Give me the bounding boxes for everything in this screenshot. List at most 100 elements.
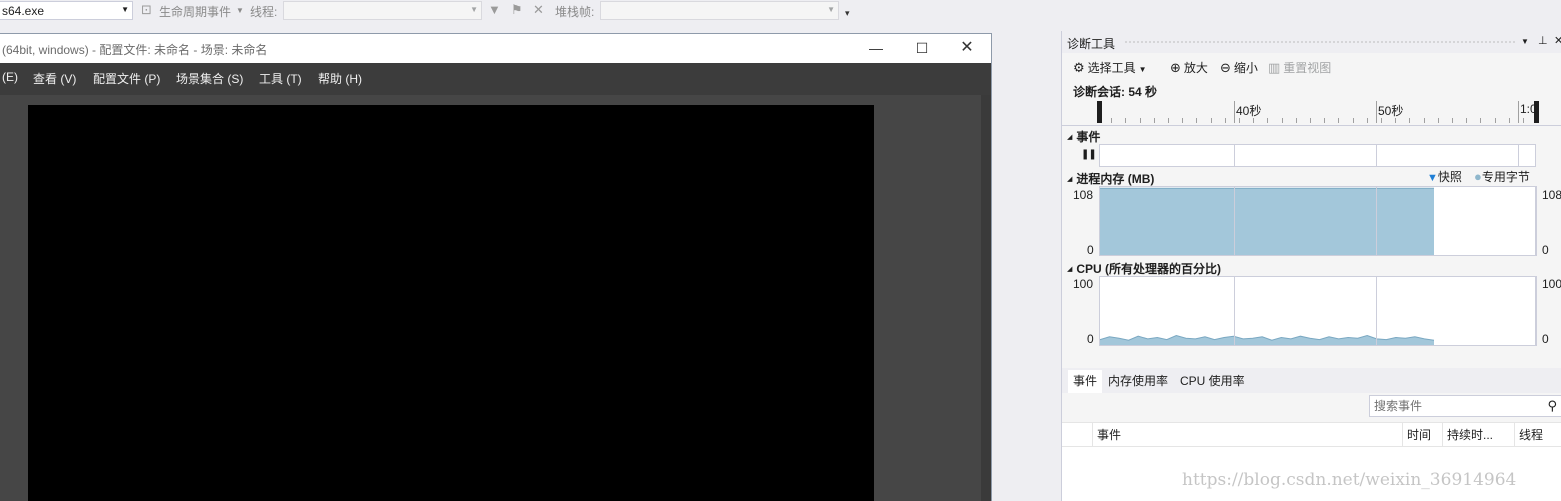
cross-thread-icon[interactable]: ✕	[533, 2, 544, 18]
menu-help[interactable]: 帮助 (H)	[318, 70, 362, 87]
column-time[interactable]: 时间	[1402, 423, 1442, 447]
reset-view-button[interactable]: ▥ 重置视图	[1268, 59, 1331, 76]
filter-flag-icon[interactable]: ⚑	[511, 2, 523, 18]
ruler-minor-tick	[1267, 118, 1269, 123]
legend-snapshot-label: 快照	[1437, 170, 1462, 184]
thread-label: 线程:	[250, 5, 278, 19]
diagnostic-tools-panel: 诊断工具 ▼ ⊥ ✕ ⚙ 选择工具 ▼ ⊕ 放大 ⊖ 缩小 ▥ 重置视图 诊断会话: 54…	[1061, 31, 1561, 501]
ruler-minor-tick	[1324, 118, 1326, 123]
column-event[interactable]: 事件	[1092, 423, 1402, 447]
search-icon[interactable]: ⚲	[1547, 398, 1557, 414]
pin-icon[interactable]: ⊥	[1538, 34, 1548, 47]
zoom-out-icon: ⊖	[1220, 60, 1231, 75]
grid-line	[1234, 187, 1235, 255]
minimize-button[interactable]: —	[853, 34, 899, 62]
chevron-down-icon: ▼	[1138, 65, 1147, 74]
column-duration[interactable]: 持续时...	[1442, 423, 1514, 447]
stack-frame-label: 堆栈帧:	[555, 5, 595, 19]
legend-snapshot: ▼快照	[1427, 168, 1462, 185]
ruler-minor-tick	[1366, 118, 1368, 123]
cpu-chart-track[interactable]	[1099, 276, 1536, 346]
zoom-in-button[interactable]: ⊕ 放大	[1170, 59, 1208, 76]
chevron-down-icon[interactable]: ▼	[236, 6, 244, 15]
filter-icon[interactable]: ▼	[488, 2, 501, 17]
close-button[interactable]: ✕	[944, 34, 990, 62]
cpu-axis-min-right: 0	[1542, 332, 1549, 346]
zoom-in-icon: ⊕	[1170, 60, 1181, 75]
tab-memory-usage[interactable]: 内存使用率	[1105, 372, 1171, 389]
panel-menu-icon[interactable]: ▼	[1521, 37, 1529, 46]
ruler-minor-tick	[1310, 118, 1311, 123]
window-titlebar[interactable]: (64bit, windows) - 配置文件: 未命名 - 场景: 未命名 —…	[0, 34, 991, 62]
ruler-minor-tick	[1452, 118, 1453, 123]
memory-axis-min-right: 0	[1542, 243, 1549, 257]
column-thread[interactable]: 线程	[1514, 423, 1561, 447]
menu-scene-collection[interactable]: 场景集合 (S)	[176, 70, 243, 87]
lifecycle-events-icon[interactable]: ⊡	[141, 2, 152, 18]
gear-icon: ⚙	[1073, 60, 1085, 75]
lifecycle-events-button[interactable]: 生命周期事件	[159, 3, 231, 20]
panel-grip[interactable]	[1124, 40, 1516, 45]
ruler-minor-tick	[1508, 118, 1510, 123]
ruler-minor-tick	[1494, 118, 1496, 123]
cpu-chart	[1100, 334, 1435, 345]
memory-chart-track[interactable]	[1099, 186, 1536, 256]
memory-axis-max-right: 108	[1542, 188, 1561, 202]
range-start-handle[interactable]	[1097, 101, 1102, 123]
grid-line	[1234, 277, 1235, 345]
pause-icon[interactable]: ❚❚	[1081, 149, 1097, 160]
events-section-label: 事件	[1076, 130, 1101, 144]
event-search-input[interactable]	[1374, 398, 1534, 414]
grid-line	[1234, 145, 1235, 166]
ruler-major-tick	[1518, 101, 1519, 123]
menu-profile[interactable]: 配置文件 (P)	[93, 70, 160, 87]
panel-title: 诊断工具	[1067, 37, 1116, 51]
cpu-axis-min: 0	[1087, 332, 1094, 346]
collapse-triangle-icon: ◢	[1067, 176, 1073, 183]
ruler-minor-tick	[1480, 118, 1482, 123]
process-dropdown[interactable]: s64.exe ▼	[0, 1, 133, 20]
legend-private-bytes: ●专用字节	[1474, 168, 1530, 185]
ruler-major-tick	[1234, 101, 1235, 123]
close-icon[interactable]: ✕	[1554, 34, 1561, 47]
select-tools-label: 选择工具	[1087, 61, 1136, 75]
cpu-section-title[interactable]: ◢ CPU (所有处理器的百分比)	[1067, 260, 1221, 277]
reset-view-icon: ▥	[1268, 60, 1281, 75]
ruler-minor-tick	[1153, 118, 1155, 123]
zoom-out-button[interactable]: ⊖ 缩小	[1220, 59, 1258, 76]
events-track[interactable]	[1099, 144, 1536, 167]
ruler-minor-tick	[1523, 118, 1524, 123]
ruler-minor-tick	[1224, 118, 1226, 123]
stack-frame-dropdown[interactable]: ▼	[600, 1, 839, 20]
range-end-handle[interactable]	[1534, 101, 1539, 123]
menu-tools[interactable]: 工具 (T)	[259, 70, 302, 87]
events-section-title[interactable]: ◢ 事件	[1067, 128, 1100, 145]
select-tools-button[interactable]: ⚙ 选择工具 ▼	[1073, 59, 1147, 76]
tab-events[interactable]: 事件	[1068, 370, 1103, 393]
menu-bar: (E) 查看 (V) 配置文件 (P) 场景集合 (S) 工具 (T) 帮助 (…	[0, 63, 991, 95]
menu-view[interactable]: 查看 (V)	[33, 70, 76, 87]
memory-axis-max: 108	[1073, 188, 1094, 202]
timeline-ruler[interactable]: 40秒 50秒 1:0	[1097, 101, 1539, 125]
maximize-button[interactable]: ☐	[899, 34, 945, 62]
preview-viewport[interactable]	[28, 105, 874, 501]
ruler-minor-tick	[1423, 118, 1425, 123]
snapshot-triangle-icon: ▼	[1427, 172, 1438, 184]
zoom-in-label: 放大	[1183, 61, 1208, 75]
grid-line	[1536, 276, 1537, 346]
tab-cpu-usage[interactable]: CPU 使用率	[1177, 372, 1248, 389]
ruler-minor-tick	[1210, 118, 1212, 123]
cpu-section-label: CPU (所有处理器的百分比)	[1076, 262, 1222, 276]
event-search-box[interactable]: ⚲	[1369, 395, 1561, 417]
thread-dropdown[interactable]: ▼	[283, 1, 482, 20]
panel-header[interactable]: 诊断工具 ▼ ⊥ ✕	[1062, 31, 1561, 53]
area-series	[1100, 335, 1434, 345]
grid-line	[1518, 145, 1519, 166]
menu-edit[interactable]: (E)	[2, 70, 18, 84]
grid-line	[1536, 186, 1537, 256]
ruler-label: 40秒	[1236, 104, 1262, 118]
ruler-minor-tick	[1338, 118, 1340, 123]
memory-section-title[interactable]: ◢ 进程内存 (MB)	[1067, 170, 1154, 187]
ruler-minor-tick	[1253, 118, 1255, 123]
toolbar-overflow-icon[interactable]: ▾	[845, 8, 850, 19]
